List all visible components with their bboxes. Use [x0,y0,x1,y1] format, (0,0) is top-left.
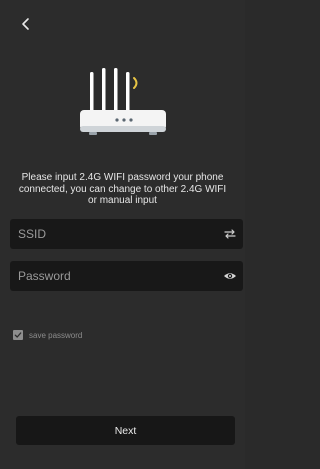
ssid-input[interactable] [18,227,217,241]
save-password-row[interactable]: save password [13,329,82,341]
back-button[interactable] [16,14,36,34]
eye-icon[interactable] [223,269,237,283]
wifi-router-icon [80,68,166,135]
save-password-label: save password [29,330,83,340]
password-field[interactable] [10,261,243,291]
next-button[interactable]: Next [16,416,235,445]
wifi-setup-screen: Please input 2.4G WIFI password your pho… [0,0,245,469]
ssid-field[interactable] [10,219,243,249]
save-password-checkbox[interactable] [13,330,23,340]
swap-icon[interactable] [223,227,237,241]
instruction-text: Please input 2.4G WIFI password your pho… [18,172,227,206]
chevron-left-icon [22,18,29,30]
checkmark-icon [14,332,22,338]
password-input[interactable] [18,269,217,283]
